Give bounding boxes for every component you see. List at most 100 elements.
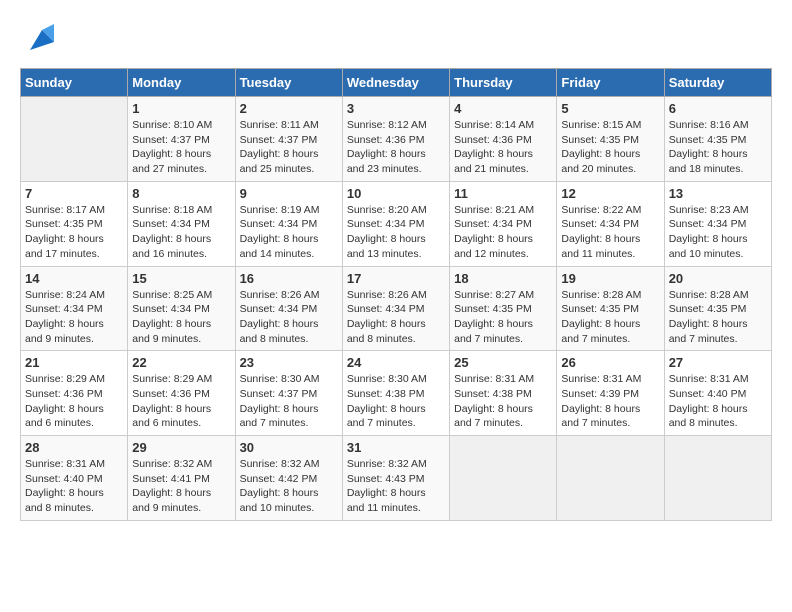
calendar-cell	[557, 436, 664, 521]
calendar-cell: 13 Sunrise: 8:23 AM Sunset: 4:34 PM Dayli…	[664, 181, 771, 266]
calendar-week-1: 1 Sunrise: 8:10 AM Sunset: 4:37 PM Daylig…	[21, 97, 772, 182]
day-info: Sunrise: 8:18 AM Sunset: 4:34 PM Dayligh…	[132, 203, 230, 262]
day-info: Sunrise: 8:16 AM Sunset: 4:35 PM Dayligh…	[669, 118, 767, 177]
day-info: Sunrise: 8:30 AM Sunset: 4:38 PM Dayligh…	[347, 372, 445, 431]
calendar-cell: 22 Sunrise: 8:29 AM Sunset: 4:36 PM Dayli…	[128, 351, 235, 436]
day-info: Sunrise: 8:25 AM Sunset: 4:34 PM Dayligh…	[132, 288, 230, 347]
calendar-cell: 29 Sunrise: 8:32 AM Sunset: 4:41 PM Dayli…	[128, 436, 235, 521]
day-number: 12	[561, 186, 659, 201]
day-number: 6	[669, 101, 767, 116]
day-info: Sunrise: 8:31 AM Sunset: 4:40 PM Dayligh…	[669, 372, 767, 431]
day-header-saturday: Saturday	[664, 69, 771, 97]
calendar-cell: 21 Sunrise: 8:29 AM Sunset: 4:36 PM Dayli…	[21, 351, 128, 436]
day-info: Sunrise: 8:11 AM Sunset: 4:37 PM Dayligh…	[240, 118, 338, 177]
calendar-cell	[450, 436, 557, 521]
calendar-cell: 10 Sunrise: 8:20 AM Sunset: 4:34 PM Dayli…	[342, 181, 449, 266]
day-number: 9	[240, 186, 338, 201]
calendar-header-row: SundayMondayTuesdayWednesdayThursdayFrid…	[21, 69, 772, 97]
day-info: Sunrise: 8:12 AM Sunset: 4:36 PM Dayligh…	[347, 118, 445, 177]
day-number: 18	[454, 271, 552, 286]
day-number: 2	[240, 101, 338, 116]
calendar-cell: 19 Sunrise: 8:28 AM Sunset: 4:35 PM Dayli…	[557, 266, 664, 351]
day-header-monday: Monday	[128, 69, 235, 97]
calendar-cell: 28 Sunrise: 8:31 AM Sunset: 4:40 PM Dayli…	[21, 436, 128, 521]
day-number: 15	[132, 271, 230, 286]
day-info: Sunrise: 8:24 AM Sunset: 4:34 PM Dayligh…	[25, 288, 123, 347]
calendar-cell: 8Sunrise: 8:18 AM Sunset: 4:34 PM Daylig…	[128, 181, 235, 266]
day-number: 10	[347, 186, 445, 201]
day-info: Sunrise: 8:27 AM Sunset: 4:35 PM Dayligh…	[454, 288, 552, 347]
page-header	[20, 20, 772, 58]
day-header-wednesday: Wednesday	[342, 69, 449, 97]
day-info: Sunrise: 8:21 AM Sunset: 4:34 PM Dayligh…	[454, 203, 552, 262]
calendar-week-2: 7Sunrise: 8:17 AM Sunset: 4:35 PM Daylig…	[21, 181, 772, 266]
calendar-cell: 3 Sunrise: 8:12 AM Sunset: 4:36 PM Daylig…	[342, 97, 449, 182]
day-number: 22	[132, 355, 230, 370]
day-number: 31	[347, 440, 445, 455]
day-number: 20	[669, 271, 767, 286]
day-number: 3	[347, 101, 445, 116]
day-number: 5	[561, 101, 659, 116]
calendar-cell: 15 Sunrise: 8:25 AM Sunset: 4:34 PM Dayli…	[128, 266, 235, 351]
calendar-cell	[664, 436, 771, 521]
calendar-cell: 24 Sunrise: 8:30 AM Sunset: 4:38 PM Dayli…	[342, 351, 449, 436]
calendar-week-3: 14 Sunrise: 8:24 AM Sunset: 4:34 PM Dayli…	[21, 266, 772, 351]
calendar-cell: 26 Sunrise: 8:31 AM Sunset: 4:39 PM Dayli…	[557, 351, 664, 436]
calendar-cell: 12 Sunrise: 8:22 AM Sunset: 4:34 PM Dayli…	[557, 181, 664, 266]
day-info: Sunrise: 8:14 AM Sunset: 4:36 PM Dayligh…	[454, 118, 552, 177]
calendar-cell: 25Sunrise: 8:31 AM Sunset: 4:38 PM Dayli…	[450, 351, 557, 436]
calendar-cell: 23 Sunrise: 8:30 AM Sunset: 4:37 PM Dayli…	[235, 351, 342, 436]
day-number: 30	[240, 440, 338, 455]
calendar-cell: 14 Sunrise: 8:24 AM Sunset: 4:34 PM Dayli…	[21, 266, 128, 351]
day-number: 29	[132, 440, 230, 455]
calendar-cell: 16Sunrise: 8:26 AM Sunset: 4:34 PM Dayli…	[235, 266, 342, 351]
calendar-cell: 2 Sunrise: 8:11 AM Sunset: 4:37 PM Daylig…	[235, 97, 342, 182]
day-info: Sunrise: 8:28 AM Sunset: 4:35 PM Dayligh…	[561, 288, 659, 347]
day-info: Sunrise: 8:29 AM Sunset: 4:36 PM Dayligh…	[132, 372, 230, 431]
day-info: Sunrise: 8:32 AM Sunset: 4:42 PM Dayligh…	[240, 457, 338, 516]
day-number: 13	[669, 186, 767, 201]
day-number: 21	[25, 355, 123, 370]
day-number: 4	[454, 101, 552, 116]
calendar-cell: 11Sunrise: 8:21 AM Sunset: 4:34 PM Dayli…	[450, 181, 557, 266]
day-number: 16	[240, 271, 338, 286]
day-info: Sunrise: 8:32 AM Sunset: 4:43 PM Dayligh…	[347, 457, 445, 516]
calendar-cell: 18 Sunrise: 8:27 AM Sunset: 4:35 PM Dayli…	[450, 266, 557, 351]
day-info: Sunrise: 8:31 AM Sunset: 4:39 PM Dayligh…	[561, 372, 659, 431]
day-header-thursday: Thursday	[450, 69, 557, 97]
day-info: Sunrise: 8:19 AM Sunset: 4:34 PM Dayligh…	[240, 203, 338, 262]
day-info: Sunrise: 8:23 AM Sunset: 4:34 PM Dayligh…	[669, 203, 767, 262]
calendar-cell: 1 Sunrise: 8:10 AM Sunset: 4:37 PM Daylig…	[128, 97, 235, 182]
calendar-week-4: 21 Sunrise: 8:29 AM Sunset: 4:36 PM Dayli…	[21, 351, 772, 436]
calendar-cell: 17Sunrise: 8:26 AM Sunset: 4:34 PM Dayli…	[342, 266, 449, 351]
calendar-cell	[21, 97, 128, 182]
calendar-cell: 6 Sunrise: 8:16 AM Sunset: 4:35 PM Daylig…	[664, 97, 771, 182]
calendar-cell: 31 Sunrise: 8:32 AM Sunset: 4:43 PM Dayli…	[342, 436, 449, 521]
day-number: 27	[669, 355, 767, 370]
day-info: Sunrise: 8:17 AM Sunset: 4:35 PM Dayligh…	[25, 203, 123, 262]
day-number: 28	[25, 440, 123, 455]
day-header-friday: Friday	[557, 69, 664, 97]
day-number: 23	[240, 355, 338, 370]
day-info: Sunrise: 8:29 AM Sunset: 4:36 PM Dayligh…	[25, 372, 123, 431]
calendar-cell: 7Sunrise: 8:17 AM Sunset: 4:35 PM Daylig…	[21, 181, 128, 266]
calendar-cell: 30 Sunrise: 8:32 AM Sunset: 4:42 PM Dayli…	[235, 436, 342, 521]
day-number: 24	[347, 355, 445, 370]
day-number: 1	[132, 101, 230, 116]
day-info: Sunrise: 8:10 AM Sunset: 4:37 PM Dayligh…	[132, 118, 230, 177]
calendar-table: SundayMondayTuesdayWednesdayThursdayFrid…	[20, 68, 772, 521]
day-info: Sunrise: 8:32 AM Sunset: 4:41 PM Dayligh…	[132, 457, 230, 516]
day-number: 26	[561, 355, 659, 370]
day-number: 25	[454, 355, 552, 370]
day-number: 14	[25, 271, 123, 286]
day-number: 19	[561, 271, 659, 286]
day-header-tuesday: Tuesday	[235, 69, 342, 97]
day-info: Sunrise: 8:31 AM Sunset: 4:40 PM Dayligh…	[25, 457, 123, 516]
day-info: Sunrise: 8:22 AM Sunset: 4:34 PM Dayligh…	[561, 203, 659, 262]
day-info: Sunrise: 8:20 AM Sunset: 4:34 PM Dayligh…	[347, 203, 445, 262]
calendar-cell: 20Sunrise: 8:28 AM Sunset: 4:35 PM Dayli…	[664, 266, 771, 351]
day-info: Sunrise: 8:26 AM Sunset: 4:34 PM Dayligh…	[347, 288, 445, 347]
calendar-week-5: 28 Sunrise: 8:31 AM Sunset: 4:40 PM Dayli…	[21, 436, 772, 521]
calendar-body: 1 Sunrise: 8:10 AM Sunset: 4:37 PM Daylig…	[21, 97, 772, 521]
day-info: Sunrise: 8:30 AM Sunset: 4:37 PM Dayligh…	[240, 372, 338, 431]
